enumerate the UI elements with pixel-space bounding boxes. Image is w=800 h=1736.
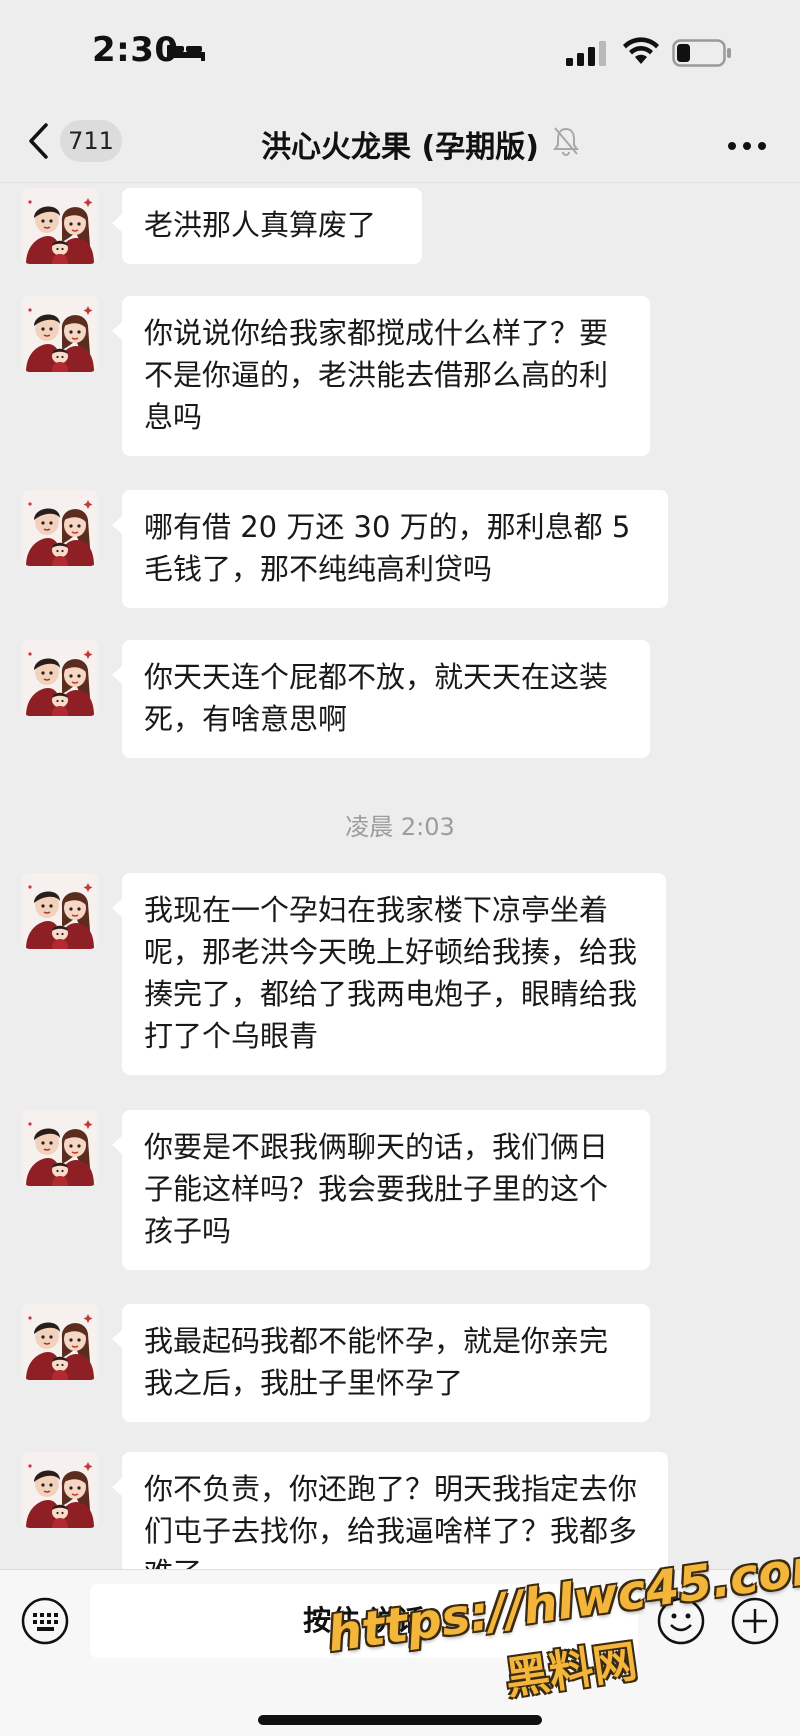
bell-off-icon bbox=[553, 126, 579, 160]
avatar[interactable] bbox=[22, 1110, 98, 1186]
message-bubble[interactable]: 你说说你给我家都搅成什么样了？要不是你逼的，老洪能去借那么高的利息吗 bbox=[112, 296, 650, 456]
avatar[interactable] bbox=[22, 296, 98, 372]
message-bubble[interactable]: 你天天连个屁都不放，就天天在这装死，有啥意思啊 bbox=[112, 640, 650, 758]
message-list[interactable]: 老洪那人真算废了 你说说你给我家都搅成什么样了？要不是你逼的，老洪能去借那么高的… bbox=[0, 183, 800, 1569]
chat-title: 洪心火龙果 (孕期版) bbox=[261, 130, 539, 165]
message-bubble[interactable]: 老洪那人真算废了 bbox=[112, 188, 422, 264]
message-bubble[interactable]: 我最起码我都不能怀孕，就是你亲完我之后，我肚子里怀孕了 bbox=[112, 1304, 650, 1422]
wifi-icon bbox=[622, 36, 660, 70]
battery-icon bbox=[672, 39, 732, 71]
cellular-signal-icon bbox=[566, 40, 608, 70]
message-timestamp: 凌晨 2:03 bbox=[345, 813, 455, 841]
avatar[interactable] bbox=[22, 873, 98, 949]
message-bubble[interactable]: 我现在一个孕妇在我家楼下凉亭坐着呢，那老洪今天晚上好顿给我揍，给我揍完了，都给了… bbox=[112, 873, 666, 1075]
avatar[interactable] bbox=[22, 188, 98, 264]
sleep-mode-icon bbox=[166, 43, 206, 67]
chat-header: 711 洪心火龙果 (孕期版) bbox=[0, 100, 800, 183]
status-bar: 2:30 bbox=[0, 0, 800, 100]
avatar[interactable] bbox=[22, 1452, 98, 1528]
message-bubble[interactable]: 你要是不跟我俩聊天的话，我们俩日子能这样吗？我会要我肚子里的这个孩子吗 bbox=[112, 1110, 650, 1270]
keyboard-icon[interactable] bbox=[20, 1596, 70, 1650]
message-bubble[interactable]: 哪有借 20 万还 30 万的，那利息都 5 毛钱了，那不纯纯高利贷吗 bbox=[112, 490, 668, 608]
avatar[interactable] bbox=[22, 640, 98, 716]
avatar[interactable] bbox=[22, 1304, 98, 1380]
more-dots-icon[interactable] bbox=[727, 136, 767, 155]
avatar[interactable] bbox=[22, 490, 98, 566]
